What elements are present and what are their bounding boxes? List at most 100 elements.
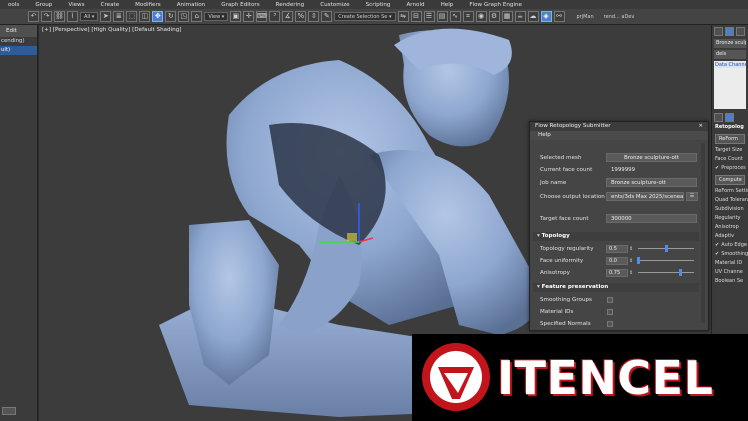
smoothing-groups-checkbox[interactable] (607, 296, 613, 303)
create-tab-icon[interactable] (714, 27, 723, 36)
selection-filter-dropdown[interactable]: All ▾ (80, 12, 99, 21)
unlink-icon[interactable]: ⌇ (67, 11, 78, 22)
anisotropy-slider[interactable] (638, 269, 694, 276)
reference-coord-dropdown[interactable]: View ▾ (204, 12, 229, 21)
menu-item-graph-editors[interactable]: Graph Editors (213, 2, 267, 8)
pivot-icon[interactable]: ▣ (230, 11, 242, 22)
menu-item-flow-graph-engine[interactable]: Flow Graph Engine (461, 2, 530, 8)
redo-icon[interactable]: ↷ (41, 11, 52, 22)
move-icon[interactable]: ✥ (152, 11, 164, 22)
browse-folder-icon[interactable]: ☰ (686, 192, 698, 201)
schematic-view-icon[interactable]: ⌗ (462, 11, 474, 22)
menu-item-rendering[interactable]: Rendering (268, 2, 313, 8)
select-object-icon[interactable]: ➤ (100, 11, 112, 22)
feature-preservation-header[interactable]: Feature preservation (533, 283, 699, 292)
explorer-bottom-button[interactable] (2, 407, 16, 415)
specified-normals-checkbox[interactable] (607, 320, 613, 327)
modifier-stack-item[interactable]: Data Channel (715, 62, 746, 68)
show-end-result-icon[interactable] (725, 113, 734, 122)
topology-regularity-spinner[interactable]: 0.5 (606, 244, 628, 253)
slider-handle[interactable] (665, 245, 668, 252)
snap-icon[interactable]: ³ (269, 11, 281, 22)
modifier-list-dropdown[interactable]: dels (714, 50, 746, 59)
connect-icon[interactable]: ⚯ (553, 11, 565, 22)
menu-item-scripting[interactable]: Scripting (358, 2, 399, 8)
close-icon[interactable]: × (698, 123, 703, 130)
layer-explorer-icon[interactable]: ☰ (423, 11, 435, 22)
material-ids-checkbox[interactable] (607, 308, 613, 315)
material-id-checkbox[interactable]: Material ID (712, 259, 748, 268)
job-name-input[interactable]: Bronze sculpture-ott (606, 178, 697, 187)
link-icon[interactable]: ⛓ (54, 11, 65, 22)
select-by-name-icon[interactable]: ≣ (113, 11, 125, 22)
spinner-arrows-icon[interactable]: ⇕ (629, 246, 633, 252)
undo-icon[interactable]: ↶ (28, 11, 39, 22)
hierarchy-tab-icon[interactable] (736, 27, 745, 36)
dialog-menu-help[interactable]: Help (530, 131, 708, 140)
material-editor-icon[interactable]: ◉ (475, 11, 487, 22)
render-dev-label[interactable]: rend... aDev (600, 14, 639, 20)
place-icon[interactable]: ⌂ (191, 11, 203, 22)
edit-named-sets-icon[interactable]: ✎ (321, 11, 333, 22)
gizmo-plane-handle[interactable] (347, 233, 357, 241)
viewport-label[interactable]: [+] [Perspective] [High Quality] [Defaul… (42, 27, 181, 33)
curve-editor-icon[interactable]: ∿ (449, 11, 461, 22)
project-manager-label[interactable]: prjMan (573, 14, 598, 20)
flow-icon[interactable]: ◈ (540, 11, 552, 22)
render-cloud-icon[interactable]: ☁ (527, 11, 539, 22)
object-name-field[interactable]: Bronze sculpture (714, 39, 746, 48)
dialog-title-bar[interactable]: Flow Retopology Submitter × (530, 122, 708, 131)
window-crossing-icon[interactable]: ◫ (139, 11, 151, 22)
slider-handle[interactable] (637, 257, 640, 264)
scale-icon[interactable]: ◳ (178, 11, 190, 22)
rendered-frame-icon[interactable]: ▦ (501, 11, 513, 22)
anisotropy-spinner[interactable]: 0.75 (606, 268, 628, 277)
explorer-edit-tab[interactable]: Edit (0, 25, 37, 37)
compute-button[interactable]: Compute (715, 175, 745, 185)
rotate-icon[interactable]: ↻ (165, 11, 177, 22)
topology-regularity-slider[interactable] (638, 245, 694, 252)
dialog-scrollbar[interactable] (701, 143, 705, 323)
menu-item-create[interactable]: Create (93, 2, 128, 8)
slider-handle[interactable] (679, 269, 682, 276)
menu-item-customize[interactable]: Customize (312, 2, 357, 8)
mirror-icon[interactable]: ⇋ (397, 11, 409, 22)
output-location-input[interactable]: ents/3ds Max 2025/sceneassets (606, 192, 684, 201)
menu-item-arnold[interactable]: Arnold (398, 2, 432, 8)
smoothing-checkbox[interactable]: Smoothing (712, 250, 748, 259)
topology-section-header[interactable]: Topology (533, 232, 699, 241)
keyboard-shortcut-icon[interactable]: ⌨ (256, 11, 268, 22)
rect-selection-icon[interactable]: ⬚ (126, 11, 138, 22)
spinner-snap-icon[interactable]: ⇳ (308, 11, 320, 22)
modifier-stack[interactable]: Data Channel (714, 61, 746, 109)
explorer-row-selected[interactable]: ult) (0, 46, 37, 55)
selected-mesh-button[interactable]: Bronze sculpture-ott (606, 153, 697, 162)
percent-snap-icon[interactable]: % (295, 11, 307, 22)
ribbon-icon[interactable]: ▤ (436, 11, 448, 22)
render-icon[interactable]: ☕ (514, 11, 526, 22)
spinner-arrows-icon[interactable]: ⇕ (629, 270, 633, 276)
spinner-arrows-icon[interactable]: ⇕ (629, 258, 633, 264)
uv-channel-checkbox[interactable]: UV Channe (712, 268, 748, 277)
modify-tab-icon[interactable] (725, 27, 734, 36)
menu-item-group[interactable]: Group (27, 2, 60, 8)
menu-item-ools[interactable]: ools (0, 2, 27, 8)
auto-edge-checkbox[interactable]: Auto Edge (712, 241, 748, 250)
retopology-rollout-header[interactable]: Retopolog (712, 123, 748, 132)
menu-item-modifiers[interactable]: Modifiers (127, 2, 169, 8)
angle-snap-icon[interactable]: ∡ (282, 11, 294, 22)
explorer-row[interactable]: cending) (0, 37, 37, 46)
render-setup-icon[interactable]: ⚙ (488, 11, 500, 22)
face-uniformity-slider[interactable] (637, 257, 694, 264)
boolean-checkbox[interactable]: Boolean Se (712, 277, 748, 286)
target-face-input[interactable]: 300000 (606, 214, 697, 223)
align-icon[interactable]: ⊟ (410, 11, 422, 22)
pin-stack-icon[interactable] (714, 113, 723, 122)
preprocess-checkbox[interactable]: Preproces (712, 164, 748, 173)
menu-item-views[interactable]: Views (60, 2, 92, 8)
menu-item-help[interactable]: Help (433, 2, 462, 8)
named-selection-set-dropdown[interactable]: Create Selection Se ▾ (334, 12, 396, 21)
face-uniformity-spinner[interactable]: 0.0 (606, 256, 628, 265)
reform-button[interactable]: ReForm (715, 134, 745, 144)
select-manipulate-icon[interactable]: ✛ (243, 11, 255, 22)
